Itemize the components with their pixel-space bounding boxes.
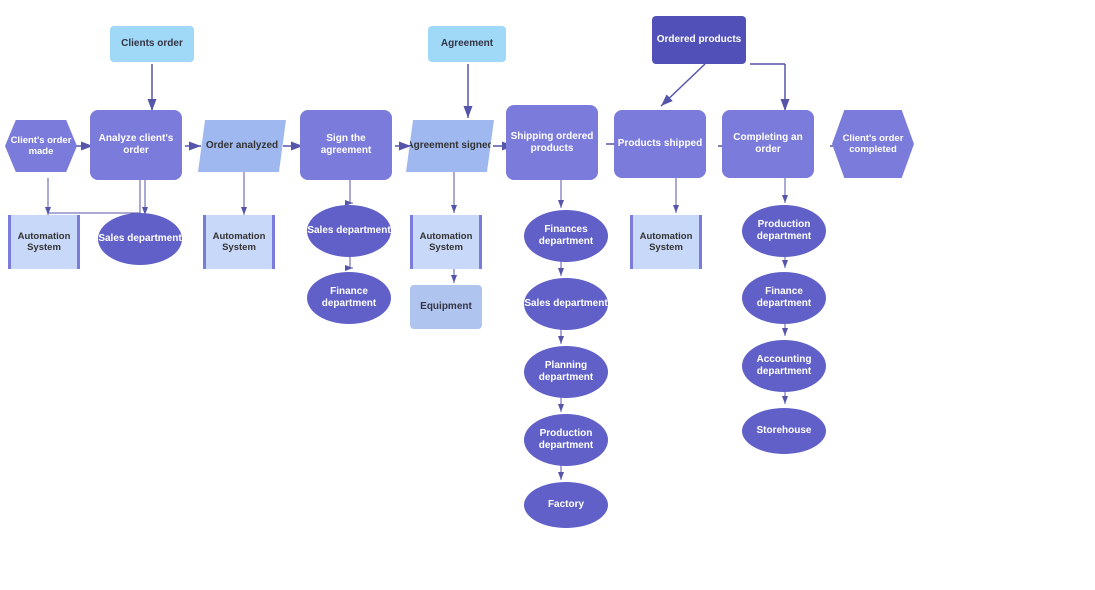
diagram: Client's order made Analyze client's ord… [0,0,1095,590]
products-shipped-node: Products shipped [614,110,706,178]
storehouse-node: Storehouse [742,408,826,454]
completing-order-node: Completing an order [722,110,814,178]
clients-order-banner: Clients order [110,26,194,62]
sales-dept-2-node: Sales department [307,205,391,257]
sales-dept-3-node: Sales department [524,278,608,330]
order-analyzed-node: Order analyzed [198,120,286,172]
auto-system-1-node: Automation System [8,215,80,269]
production-dept-2-node: Production department [742,205,826,257]
analyze-node: Analyze client's order [90,110,182,180]
agreement-banner: Agreement [428,26,506,62]
client-order-completed-node: Client's order completed [832,110,914,178]
sign-agreement-node: Sign the agreement [300,110,392,180]
planning-dept-node: Planning department [524,346,608,398]
production-dept-1-node: Production department [524,414,608,466]
auto-system-4-node: Automation System [630,215,702,269]
factory-node: Factory [524,482,608,528]
finances-dept-node: Finances department [524,210,608,262]
ordered-products-banner: Ordered products [652,16,746,64]
auto-system-3-node: Automation System [410,215,482,269]
finance-dept-2-node: Finance department [742,272,826,324]
auto-system-2-node: Automation System [203,215,275,269]
sales-dept-1-node: Sales department [98,213,182,265]
finance-dept-1-node: Finance department [307,272,391,324]
shipping-node: Shipping ordered products [506,105,598,180]
accounting-dept-node: Accounting department [742,340,826,392]
equipment-node: Equipment [410,285,482,329]
agreement-signed-node: Agreement signed [406,120,494,172]
client-order-made-node: Client's order made [5,120,77,172]
